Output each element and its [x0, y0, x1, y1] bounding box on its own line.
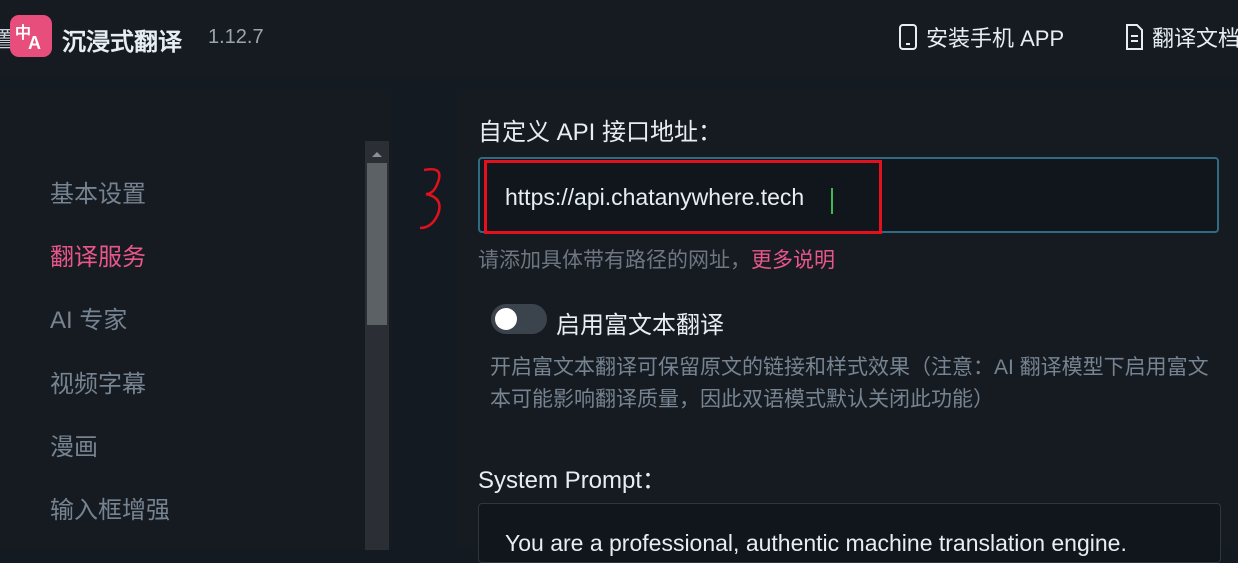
- system-prompt-textarea[interactable]: You are a professional, authentic machin…: [478, 503, 1221, 563]
- sidebar-item-video-subtitles[interactable]: 视频字幕: [50, 364, 146, 399]
- api-url-hint-text: 请添加具体带有路径的网址，: [478, 249, 751, 272]
- logo-char-a: A: [28, 33, 41, 53]
- sidebar-item-comics[interactable]: 漫画: [50, 427, 98, 462]
- sidebar-scrollbar[interactable]: [365, 141, 389, 550]
- version-label: 1.12.7: [208, 26, 264, 48]
- annotation-brace-mark: [419, 168, 441, 230]
- translate-doc-button[interactable]: 翻译文档: [1124, 22, 1238, 52]
- sidebar-item-input-enhance[interactable]: 输入框增强: [50, 490, 170, 525]
- api-url-hint: 请添加具体带有路径的网址，更多说明: [478, 244, 835, 274]
- app-name: 沉浸式翻译: [62, 29, 182, 56]
- rich-text-toggle[interactable]: [491, 304, 547, 334]
- translate-doc-label: 翻译文档: [1152, 26, 1238, 51]
- annotation-highlight-box: [484, 160, 882, 234]
- system-prompt-value[interactable]: You are a professional, authentic machin…: [505, 530, 1127, 557]
- api-url-label: 自定义 API 接口地址：: [478, 119, 723, 146]
- document-icon: [1126, 24, 1143, 50]
- more-info-link[interactable]: 更多说明: [751, 249, 835, 272]
- toggle-knob: [495, 308, 517, 330]
- top-bar: 置 中 A 沉浸式翻译 1.12.7 安装手机 APP 翻译文档: [0, 0, 1238, 76]
- sidebar-item-translation-service[interactable]: 翻译服务: [50, 237, 146, 272]
- sidebar-item-basic-settings[interactable]: 基本设置: [50, 174, 146, 209]
- install-app-button[interactable]: 安装手机 APP: [898, 22, 1064, 52]
- rich-text-toggle-label: 启用富文本翻译: [556, 312, 724, 339]
- scroll-up-arrow-icon[interactable]: [365, 147, 389, 161]
- app-logo[interactable]: 中 A: [10, 15, 52, 57]
- system-prompt-label: System Prompt：: [478, 467, 667, 494]
- sidebar-item-ai-expert[interactable]: AI 专家: [50, 300, 127, 335]
- phone-icon: [899, 24, 917, 50]
- scrollbar-thumb[interactable]: [367, 163, 387, 325]
- rich-text-description: 开启富文本翻译可保留原文的链接和样式效果（注意：AI 翻译模型下启用富文本可能影…: [490, 356, 1209, 411]
- install-app-label: 安装手机 APP: [926, 26, 1065, 51]
